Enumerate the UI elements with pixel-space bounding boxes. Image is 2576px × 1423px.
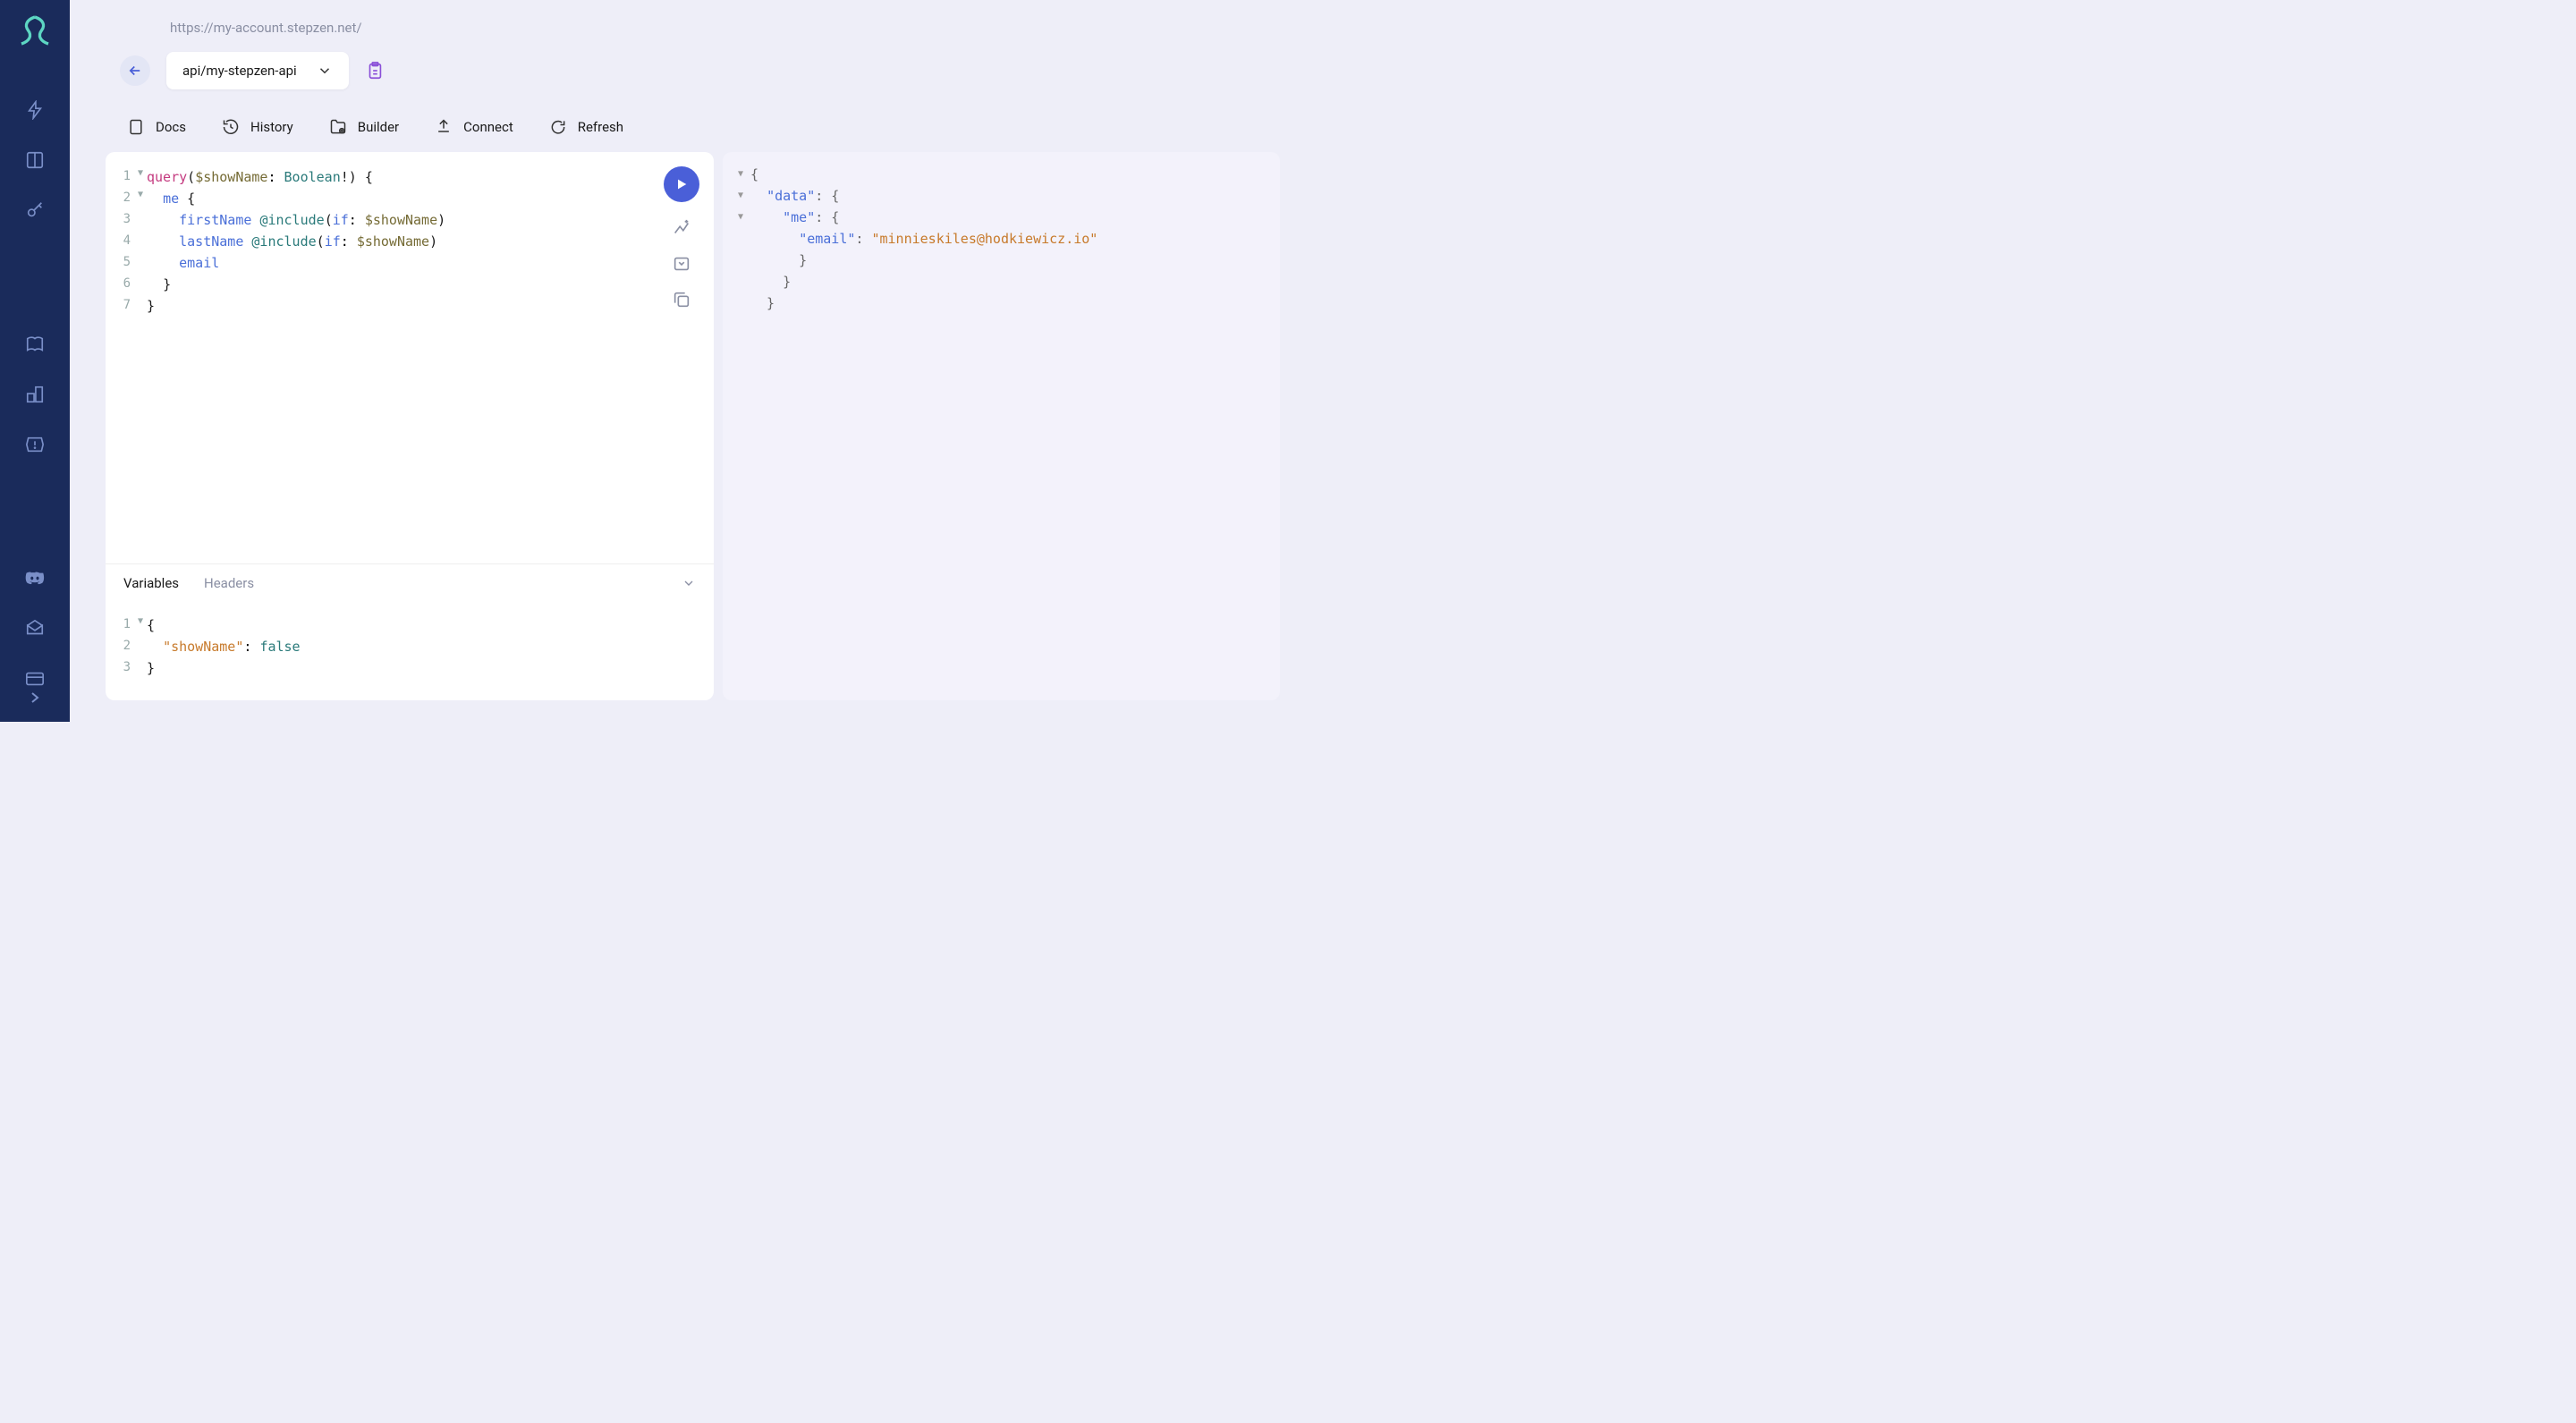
discord-icon[interactable] xyxy=(25,569,45,589)
blocks-icon[interactable] xyxy=(25,385,45,404)
workspace: Docs History Builder Connect Refresh xyxy=(106,102,1280,700)
connect-button[interactable]: Connect xyxy=(435,118,513,136)
builder-button[interactable]: Builder xyxy=(329,118,399,136)
alert-icon[interactable] xyxy=(25,435,45,454)
query-editor[interactable]: 1▼query($showName: Boolean!) { 2▼ me { 3… xyxy=(106,152,714,563)
chevron-down-icon xyxy=(317,63,333,79)
refresh-button[interactable]: Refresh xyxy=(549,118,623,136)
key-icon[interactable] xyxy=(25,200,45,220)
sidebar xyxy=(0,0,70,722)
variables-editor[interactable]: 1▼{ 2 "showName": false 3} xyxy=(106,598,714,700)
copy-icon[interactable] xyxy=(672,290,691,309)
card-icon[interactable] xyxy=(25,669,45,689)
bolt-icon[interactable] xyxy=(25,100,45,120)
layout-icon[interactable] xyxy=(25,150,45,170)
logo-icon xyxy=(19,14,51,47)
merge-icon[interactable] xyxy=(672,254,691,274)
response-panel: ▼{ ▼ "data": { ▼ "me": { "email": "minni… xyxy=(723,152,1280,700)
toolbar: Docs History Builder Connect Refresh xyxy=(106,102,1280,152)
url-display: https://my-account.stepzen.net/ xyxy=(170,20,362,36)
clipboard-icon[interactable] xyxy=(365,61,385,80)
inbox-icon[interactable] xyxy=(25,619,45,639)
expand-chevron-icon[interactable] xyxy=(30,689,40,710)
bottom-tabs: Variables Headers xyxy=(106,563,714,598)
collapse-chevron-icon[interactable] xyxy=(682,576,696,590)
api-selector-dropdown[interactable]: api/my-stepzen-api xyxy=(166,52,349,89)
back-button[interactable] xyxy=(120,55,150,86)
main-area: https://my-account.stepzen.net/ api/my-s… xyxy=(70,0,1316,722)
tab-headers[interactable]: Headers xyxy=(204,575,254,591)
history-button[interactable]: History xyxy=(222,118,293,136)
book-icon[interactable] xyxy=(25,335,45,354)
query-panel: 1▼query($showName: Boolean!) { 2▼ me { 3… xyxy=(106,152,714,700)
docs-button[interactable]: Docs xyxy=(127,118,186,136)
api-path-label: api/my-stepzen-api xyxy=(182,63,297,79)
tab-variables[interactable]: Variables xyxy=(123,575,179,591)
prettify-icon[interactable] xyxy=(672,218,691,238)
run-button[interactable] xyxy=(664,166,699,202)
response-output[interactable]: ▼{ ▼ "data": { ▼ "me": { "email": "minni… xyxy=(738,164,1265,314)
topbar: https://my-account.stepzen.net/ api/my-s… xyxy=(84,0,1301,89)
